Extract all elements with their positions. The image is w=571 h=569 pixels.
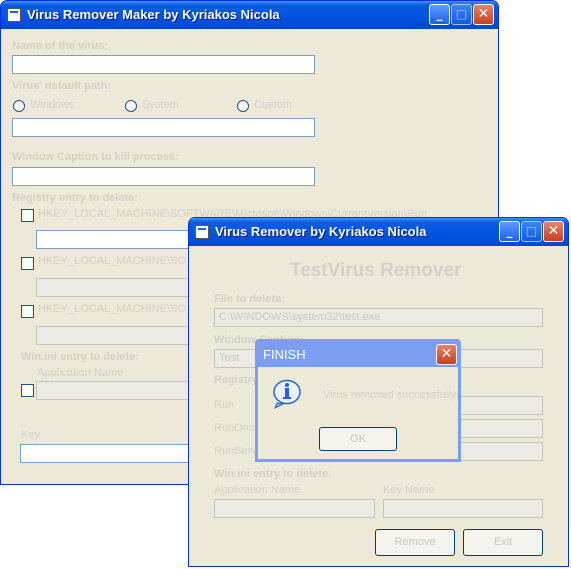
finish-dialog: FINISH ✕ Virus removed successfully! OK <box>255 339 461 462</box>
key-name-field <box>383 499 543 518</box>
maximize-icon[interactable]: □ <box>451 4 472 25</box>
info-icon <box>273 379 301 409</box>
registry-item-3: HKEY_LOCAL_MACHINE\SO <box>38 303 186 315</box>
registry-checkbox-1[interactable] <box>21 209 34 222</box>
registry-row-run: Run <box>214 399 235 411</box>
application-name-input[interactable] <box>36 381 196 400</box>
registry-checkbox-3[interactable] <box>21 305 34 318</box>
close-icon[interactable]: ✕ <box>436 344 457 365</box>
windows-radio-label: Windows <box>30 99 75 111</box>
minimize-icon[interactable]: _ <box>429 4 450 25</box>
registry-input-1[interactable] <box>36 230 196 249</box>
registry-checkbox-2[interactable] <box>21 257 34 270</box>
winini-entry-label: Win.ini entry to delete: <box>21 351 139 363</box>
window-caption-value: Test <box>219 352 240 364</box>
close-icon[interactable]: ✕ <box>473 4 494 25</box>
custom-radio-label: Custom <box>254 99 292 111</box>
winini-checkbox[interactable] <box>21 384 34 397</box>
windows-radio[interactable] <box>13 100 25 112</box>
remover-title: Virus Remover by Kyriakos Nicola <box>215 224 427 239</box>
close-icon[interactable]: ✕ <box>543 221 564 242</box>
key-input[interactable] <box>20 444 196 463</box>
file-to-delete-field: C:\WINDOWS\system32\test.exe <box>214 308 543 327</box>
registry-field-run <box>459 396 543 415</box>
dialog-titlebar[interactable]: FINISH ✕ <box>258 342 458 367</box>
exit-button[interactable]: Exit <box>463 529 543 556</box>
maker-titlebar[interactable]: Virus Remover Maker by Kyriakos Nicola _… <box>1 1 498 29</box>
key-label: Key <box>21 429 40 441</box>
minimize-icon[interactable]: _ <box>499 221 520 242</box>
application-name-field <box>214 499 375 518</box>
maximize-icon[interactable]: □ <box>521 221 542 242</box>
remover-application-name-label: Application Name <box>214 484 301 496</box>
custom-radio[interactable] <box>237 100 249 112</box>
registry-field-runonce <box>459 419 543 438</box>
remover-titlebar[interactable]: Virus Remover by Kyriakos Nicola _ □ ✕ <box>189 218 568 246</box>
dialog-title: FINISH <box>263 347 306 362</box>
window-caption-label: Window Caption to kill process: <box>12 151 179 163</box>
registry-item-2: HKEY_LOCAL_MACHINE\SO <box>38 255 186 267</box>
remover-key-name-label: Key Name <box>383 484 435 496</box>
dialog-message: Virus removed successfully! <box>323 389 460 401</box>
app-window-icon <box>195 225 209 239</box>
system-radio-label: System <box>142 99 179 111</box>
registry-entry-label: Registry entry to delete: <box>12 192 138 204</box>
registry-input-2[interactable] <box>36 278 196 297</box>
remove-button[interactable]: Remove <box>375 529 455 556</box>
registry-input-3[interactable] <box>36 326 196 345</box>
maker-title: Virus Remover Maker by Kyriakos Nicola <box>27 7 280 22</box>
window-caption-input[interactable] <box>12 167 315 186</box>
registry-field-runservices <box>459 442 543 461</box>
file-to-delete-label: File to delete: <box>214 293 285 305</box>
ok-button[interactable]: OK <box>319 427 397 451</box>
system-radio[interactable] <box>125 100 137 112</box>
application-name-label: Application Name <box>37 367 124 379</box>
app-window-icon <box>7 8 21 22</box>
file-to-delete-value: C:\WINDOWS\system32\test.exe <box>219 311 381 323</box>
remover-winini-label: Win.ini entry to delete: <box>214 468 332 480</box>
registry-row-runonce: RunOnce <box>214 422 261 434</box>
virus-name-label: Name of the virus: <box>12 40 108 52</box>
virus-name-input[interactable] <box>12 55 315 74</box>
custom-path-input[interactable] <box>12 118 315 137</box>
remover-heading: TestVirus Remover <box>290 260 462 281</box>
default-path-label: Virus' default path: <box>12 80 111 92</box>
